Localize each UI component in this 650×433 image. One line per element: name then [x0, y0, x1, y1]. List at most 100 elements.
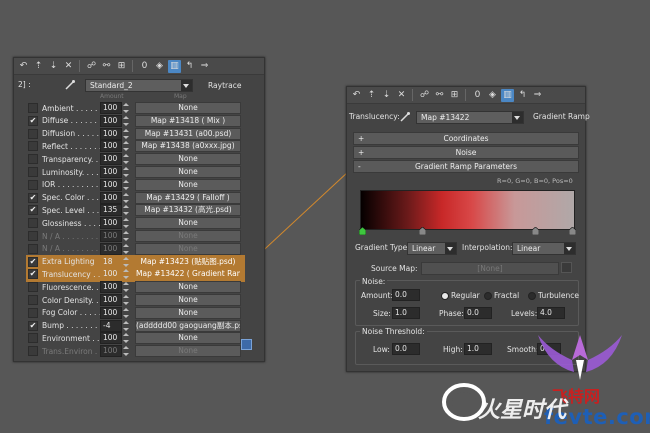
assign-material-icon[interactable]: ⇣	[47, 60, 60, 73]
map-slot-button[interactable]: None	[135, 102, 241, 114]
spinner-arrows-icon[interactable]	[123, 179, 129, 190]
show-in-viewport-icon[interactable]: ◈	[153, 60, 166, 73]
amount-spinner-input[interactable]: 100	[100, 217, 122, 230]
map-type-button[interactable]: Gradient Ramp	[533, 112, 590, 121]
map-slot-button[interactable]: Map #13422 ( Gradient Ramp	[135, 268, 241, 280]
map-slot-button[interactable]: None	[135, 178, 241, 191]
map-icon[interactable]	[241, 339, 252, 350]
amount-spinner-input[interactable]: 135	[100, 204, 122, 217]
spinner-arrows-icon[interactable]	[123, 269, 129, 280]
radio-regular[interactable]	[441, 292, 449, 300]
amount-spinner-input[interactable]: 100	[100, 140, 122, 153]
amount-spinner-input[interactable]: 100	[100, 306, 122, 319]
material-name-combo[interactable]: Standard_2	[85, 79, 193, 92]
gradient-type-select[interactable]: Linear	[407, 242, 457, 255]
amount-spinner-input[interactable]: 100	[100, 166, 122, 178]
map-slot-button[interactable]: Map #13429 ( Falloff )	[135, 191, 241, 204]
amount-spinner-input[interactable]: 100	[100, 268, 122, 280]
channel-checkbox[interactable]	[28, 295, 38, 305]
radio-fractal[interactable]	[484, 292, 492, 300]
noise-type-fractal[interactable]: Fractal	[484, 291, 519, 300]
put-to-scene-icon[interactable]: ⇡	[365, 89, 378, 102]
channel-checkbox[interactable]	[28, 141, 38, 152]
channel-checkbox[interactable]: ✔	[28, 115, 38, 126]
spinner-arrows-icon[interactable]	[123, 256, 129, 267]
rollout-noise[interactable]: + Noise	[353, 146, 579, 159]
amount-spinner-input[interactable]: 100	[100, 102, 122, 114]
gradient-flag-end[interactable]	[568, 226, 577, 237]
map-slot-button[interactable]: None	[135, 217, 241, 230]
pick-material-icon[interactable]: ↶	[17, 60, 30, 73]
channel-checkbox[interactable]	[28, 179, 38, 190]
make-copy-icon[interactable]: ☍	[85, 60, 98, 73]
noise-type-regular[interactable]: Regular	[441, 291, 480, 300]
go-to-parent-icon[interactable]: ↰	[183, 60, 196, 73]
map-slot-button[interactable]: None	[135, 306, 241, 319]
amount-spinner-input[interactable]: -4	[100, 319, 122, 332]
show-end-result-icon[interactable]: ▥	[501, 88, 514, 102]
amount-spinner-input[interactable]: 100	[100, 281, 122, 294]
map-name-combo[interactable]: Map #13422	[416, 111, 524, 124]
reset-icon[interactable]: ✕	[395, 89, 408, 102]
map-slot-button[interactable]: Map #13432 (高光.psd)	[135, 204, 241, 217]
make-copy-icon[interactable]: ☍	[418, 89, 431, 102]
spinner-arrows-icon[interactable]	[123, 141, 129, 152]
make-unique-icon[interactable]: ⚯	[100, 60, 113, 73]
spinner-arrows-icon[interactable]	[123, 218, 129, 229]
map-slot-button[interactable]: None	[135, 294, 241, 306]
make-unique-icon[interactable]: ⚯	[433, 89, 446, 102]
spinner-arrows-icon[interactable]	[123, 167, 129, 177]
spinner-arrows-icon[interactable]	[123, 231, 129, 241]
channel-checkbox[interactable]: ✔	[28, 256, 38, 267]
map-slot-button[interactable]: None	[135, 166, 241, 178]
map-slot-button[interactable]: Map #13438 (a0xxx.jpg)	[135, 140, 241, 153]
amount-spinner-input[interactable]: 100	[100, 294, 122, 306]
channel-checkbox[interactable]	[28, 167, 38, 177]
interpolation-select[interactable]: Linear	[512, 242, 576, 255]
channel-checkbox[interactable]	[28, 103, 38, 113]
map-slot-button[interactable]: Map #13431 (a00.psd)	[135, 127, 241, 140]
map-slot-button[interactable]: None	[135, 242, 241, 255]
low-input[interactable]: 0.0	[392, 343, 420, 355]
amount-spinner-input[interactable]: 100	[100, 332, 122, 345]
spinner-arrows-icon[interactable]	[123, 115, 129, 126]
spinner-arrows-icon[interactable]	[123, 192, 129, 203]
show-end-result-icon[interactable]: ▥	[168, 59, 181, 73]
spinner-arrows-icon[interactable]	[123, 346, 129, 357]
channel-checkbox[interactable]	[28, 218, 38, 229]
spinner-arrows-icon[interactable]	[123, 154, 129, 165]
amount-spinner-input[interactable]: 100	[100, 191, 122, 204]
spinner-arrows-icon[interactable]	[123, 320, 129, 331]
assign-material-icon[interactable]: ⇣	[380, 89, 393, 102]
spinner-arrows-icon[interactable]	[123, 333, 129, 344]
channel-checkbox[interactable]	[28, 307, 38, 318]
channel-checkbox[interactable]	[28, 154, 38, 165]
pick-material-icon[interactable]: ↶	[350, 89, 363, 102]
amount-spinner-input[interactable]: 100	[100, 114, 122, 127]
channel-checkbox[interactable]	[28, 333, 38, 344]
amount-spinner-input[interactable]: 100	[100, 242, 122, 255]
show-in-viewport-icon[interactable]: ◈	[486, 89, 499, 102]
put-to-library-icon[interactable]: ⊞	[115, 60, 128, 73]
spinner-arrows-icon[interactable]	[123, 243, 129, 254]
put-to-scene-icon[interactable]: ⇡	[32, 60, 45, 73]
amount-input[interactable]: 0.0	[392, 289, 420, 301]
amount-spinner-input[interactable]: 100	[100, 127, 122, 140]
rollout-coordinates[interactable]: + Coordinates	[353, 132, 579, 145]
material-effects-channel-icon[interactable]: 0	[471, 89, 484, 102]
source-map-button[interactable]: [None]	[421, 262, 559, 275]
gradient-ramp-bar[interactable]	[360, 190, 575, 230]
map-slot-button[interactable]: None	[135, 332, 241, 345]
channel-checkbox[interactable]: ✔	[28, 269, 38, 280]
levels-input[interactable]: 4.0	[537, 307, 565, 319]
channel-checkbox[interactable]	[28, 231, 38, 241]
size-input[interactable]: 1.0	[392, 307, 420, 319]
noise-type-turbulence[interactable]: Turbulence	[528, 291, 579, 300]
map-slot-button[interactable]: None	[135, 281, 241, 294]
channel-checkbox[interactable]	[28, 282, 38, 293]
spinner-arrows-icon[interactable]	[123, 295, 129, 305]
go-forward-icon[interactable]: ⇒	[198, 60, 211, 73]
radio-turbulence[interactable]	[528, 292, 536, 300]
amount-spinner-input[interactable]: 100	[100, 345, 122, 358]
spinner-arrows-icon[interactable]	[123, 307, 129, 318]
